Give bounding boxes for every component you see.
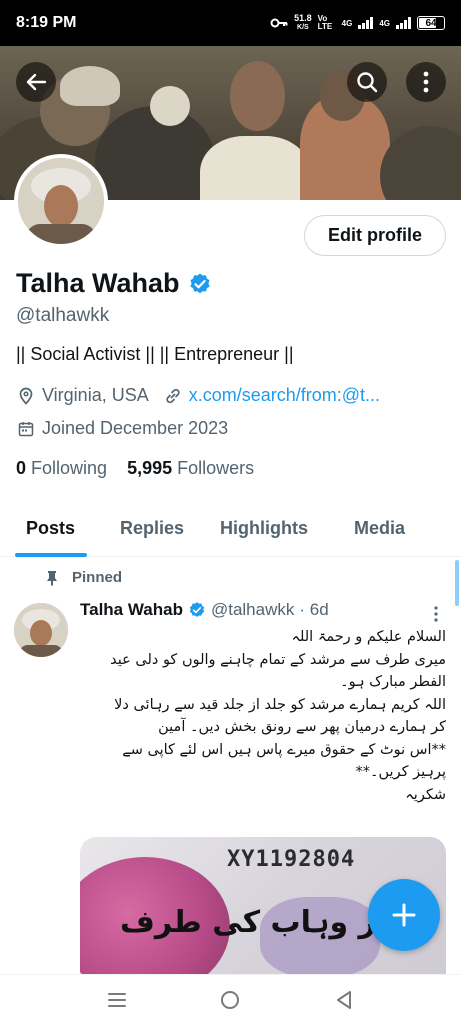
more-vertical-icon [434, 606, 438, 622]
recent-apps-button[interactable] [105, 988, 129, 1012]
post-author-name[interactable]: Talha Wahab [80, 600, 183, 620]
more-vertical-icon [423, 71, 429, 93]
home-button[interactable] [218, 988, 242, 1012]
battery-icon: 64 [417, 16, 445, 30]
profile-tabs: Posts Replies Highlights Media [0, 500, 461, 557]
status-bar: 8:19 PM 51.8 K/S Vo LTE 4G 4G 64 [0, 0, 461, 46]
calendar-icon [16, 419, 36, 439]
post-time: · 6d [299, 600, 329, 619]
follow-stats: 0 Following 5,995 Followers [16, 458, 254, 479]
more-button[interactable] [406, 62, 446, 102]
post-text: السلام علیکم و رحمۃ اللہ میری طرف سے مرش… [80, 626, 446, 806]
net-speed: 51.8 K/S [294, 13, 312, 32]
followers-link[interactable]: 5,995 Followers [127, 458, 254, 479]
pin-icon [47, 570, 57, 585]
profile-avatar[interactable] [14, 154, 108, 248]
profile-location: Virginia, USA [42, 385, 149, 405]
tab-replies[interactable]: Replies [120, 500, 184, 557]
link-icon [163, 386, 183, 406]
arrow-left-icon [26, 73, 47, 91]
tab-media[interactable]: Media [354, 500, 405, 557]
post-line: السلام علیکم و رحمۃ اللہ [291, 629, 446, 645]
post-line: میری طرف سے مرشد کے تمام چاہنے والوں کو … [110, 651, 446, 668]
menu-icon [107, 992, 126, 1007]
verified-badge-icon [189, 602, 205, 617]
post-header: Talha Wahab @talhawkk · 6d [80, 600, 329, 620]
back-nav-button[interactable] [332, 988, 356, 1012]
volte-badge: Vo LTE [317, 14, 333, 31]
post-line: اللہ کریم ہمارے مرشد کو جلد از جلد قید س… [114, 696, 446, 713]
network-type-1: 4G [341, 18, 353, 28]
key-icon [270, 18, 288, 28]
status-icons: 51.8 K/S Vo LTE 4G 4G 64 [270, 14, 445, 32]
back-triangle-icon [337, 990, 352, 1009]
following-link[interactable]: 0 Following [16, 458, 107, 479]
search-icon [357, 72, 378, 93]
post-more-button[interactable] [426, 604, 446, 624]
post-avatar-image [14, 603, 68, 657]
avatar-image [18, 158, 104, 244]
scrollbar[interactable] [455, 560, 459, 606]
post-line: **اس نوٹ کے حقوق میرے پاس ہیں اس لئے کاپ… [122, 741, 446, 758]
profile-bio: || Social Activist || || Entrepreneur || [16, 344, 294, 364]
profile-handle: @talhawkk [16, 305, 110, 326]
system-nav-bar [0, 974, 461, 1024]
profile-link[interactable]: x.com/search/from:@t... [189, 385, 380, 406]
profile-meta-joined: Joined December 2023 [16, 418, 228, 439]
location-pin-icon [16, 386, 36, 406]
tab-highlights[interactable]: Highlights [220, 500, 308, 557]
post-author-avatar[interactable] [14, 603, 68, 657]
status-time: 8:19 PM [16, 14, 77, 31]
profile-meta-location-link: Virginia, USA x.com/search/from:@t... [16, 385, 380, 406]
back-button[interactable] [16, 62, 56, 102]
pinned-indicator: Pinned [46, 569, 122, 586]
search-button[interactable] [347, 62, 387, 102]
profile-name-row: Talha Wahab [16, 268, 212, 299]
edit-profile-button[interactable]: Edit profile [304, 215, 446, 256]
post-line: شکریہ [405, 786, 446, 803]
home-circle-icon [221, 990, 240, 1009]
post-line: کر ہمارے درمیان پھر سے رونق بخش دیں۔ آمی… [158, 719, 446, 735]
compose-button[interactable] [368, 879, 440, 951]
post-author-handle: @talhawkk [210, 600, 295, 619]
signal-icon [358, 17, 374, 29]
verified-badge-icon[interactable] [188, 272, 212, 296]
tab-posts[interactable]: Posts [15, 500, 88, 557]
profile-name: Talha Wahab [16, 268, 180, 298]
post-line: الفطر مبارک ہو۔ [340, 674, 446, 690]
profile-joined: Joined December 2023 [42, 418, 229, 438]
media-serial-number: XY1192804 [227, 847, 356, 872]
post-line: پرہیز کریں۔** [355, 764, 447, 780]
signal-icon-2 [396, 17, 411, 29]
plus-icon [392, 903, 416, 927]
network-type-2: 4G [379, 18, 390, 28]
